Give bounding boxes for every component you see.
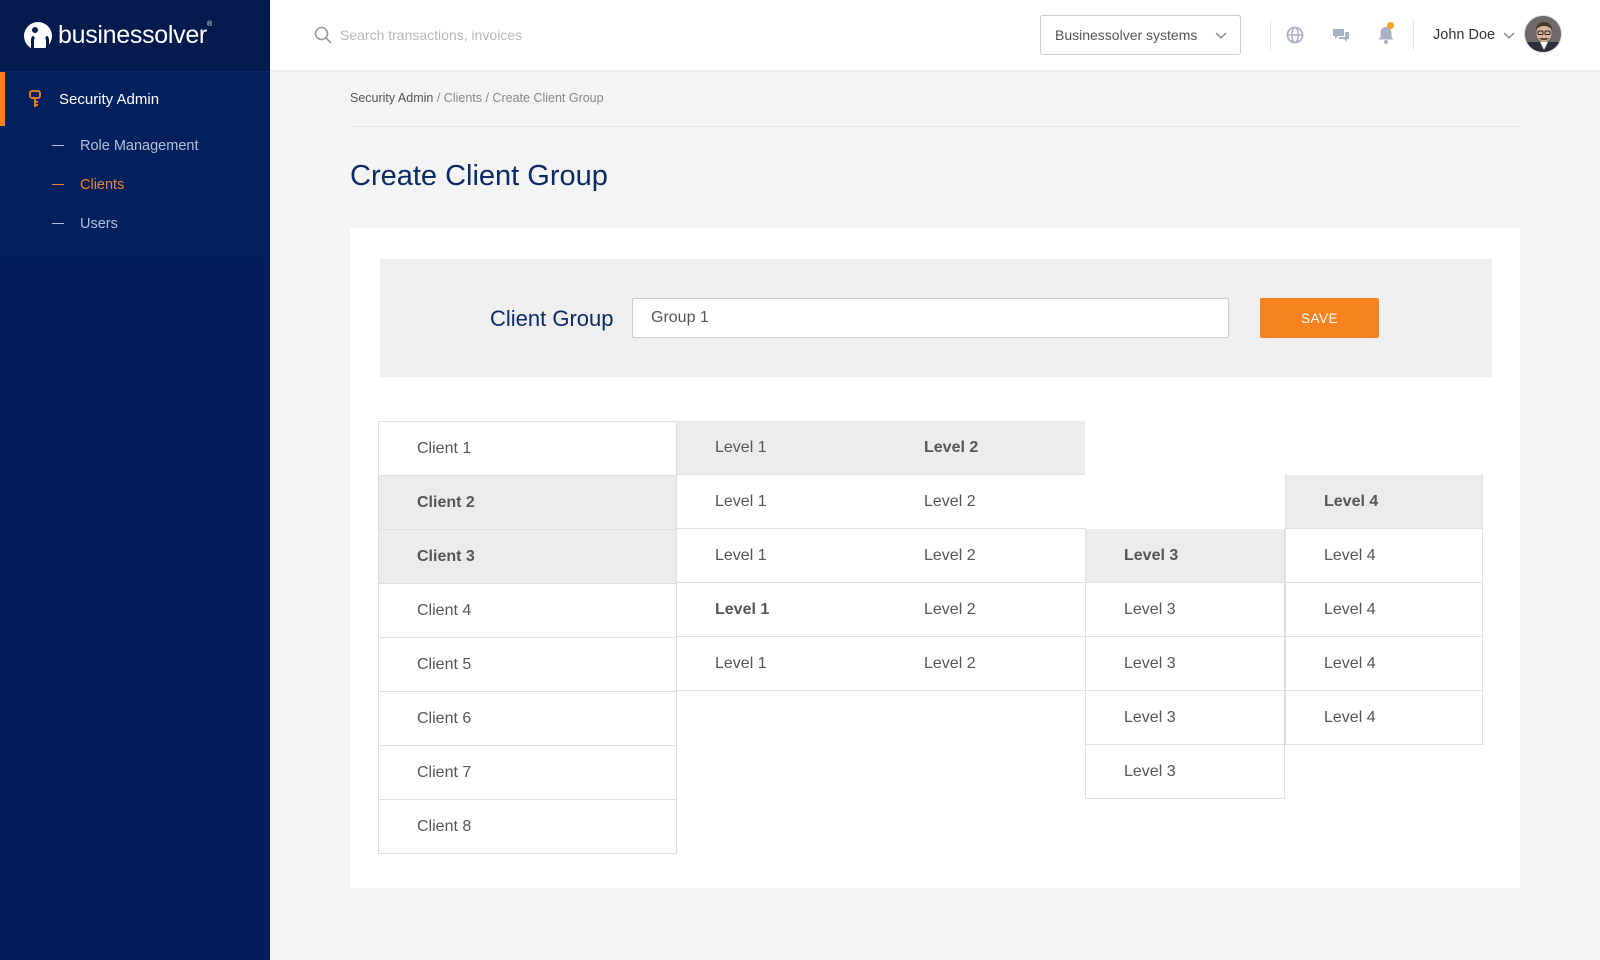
level4-item[interactable]: Level 4 xyxy=(1286,637,1482,691)
client-item[interactable]: Client 3 xyxy=(379,530,676,584)
level2-item[interactable]: Level 2 xyxy=(886,583,1085,637)
search-input[interactable] xyxy=(340,22,740,48)
sidebar-item-label: Clients xyxy=(80,176,125,193)
search-icon xyxy=(314,26,332,44)
client-item[interactable]: Client 5 xyxy=(379,638,676,692)
key-icon xyxy=(29,90,41,107)
level4-item[interactable]: Level 4 xyxy=(1286,529,1482,583)
client-item[interactable]: Client 1 xyxy=(379,422,676,476)
client-item[interactable]: Client 7 xyxy=(379,746,676,800)
client-group-panel: Client Group SAVE xyxy=(380,259,1492,377)
divider xyxy=(1413,20,1414,50)
sidebar: businessolver® Security Admin Role Manag… xyxy=(0,0,270,960)
chevron-down-icon[interactable] xyxy=(1502,28,1516,42)
level3-item[interactable]: Level 3 xyxy=(1086,745,1284,799)
notification-badge xyxy=(1387,22,1394,29)
logo[interactable]: businessolver® xyxy=(0,0,270,72)
level1-item[interactable]: Level 1 xyxy=(677,529,886,583)
level4-item[interactable]: Level 4 xyxy=(1286,583,1482,637)
level3-item[interactable]: Level 3 xyxy=(1086,529,1284,583)
user-name[interactable]: John Doe xyxy=(1433,27,1495,43)
sidebar-section-label: Security Admin xyxy=(59,90,160,108)
level2-item[interactable]: Level 2 xyxy=(886,421,1085,475)
sidebar-nav: Security Admin Role Management Clients U… xyxy=(0,72,270,260)
sidebar-item-label: Role Management xyxy=(80,137,199,154)
avatar-image xyxy=(1525,16,1561,52)
client-group-label: Client Group xyxy=(490,306,614,331)
system-select-value: Businessolver systems xyxy=(1055,27,1198,43)
divider xyxy=(350,126,1520,127)
dash-icon xyxy=(52,223,64,224)
level1-item[interactable]: Level 1 xyxy=(677,637,886,691)
level3-item[interactable]: Level 3 xyxy=(1086,637,1284,691)
divider xyxy=(1270,20,1271,50)
level2-item[interactable]: Level 2 xyxy=(886,475,1085,529)
logo-mark-icon xyxy=(24,21,52,51)
save-button[interactable]: SAVE xyxy=(1260,298,1379,338)
level4-item[interactable]: Level 4 xyxy=(1286,475,1482,529)
client-item[interactable]: Client 8 xyxy=(379,800,676,854)
breadcrumb-root[interactable]: Security Admin xyxy=(350,91,433,105)
chevron-down-icon xyxy=(1215,32,1227,39)
system-select[interactable]: Businessolver systems xyxy=(1040,15,1241,55)
breadcrumb: Security Admin / Clients / Create Client… xyxy=(350,91,604,105)
clients-list: Client 1 Client 2 Client 3 Client 4 Clie… xyxy=(378,421,677,854)
level1-item[interactable]: Level 1 xyxy=(677,421,886,475)
breadcrumb-rest: / Clients / Create Client Group xyxy=(433,91,604,105)
level2-item[interactable]: Level 2 xyxy=(886,529,1085,583)
level3-list: Level 3 Level 3 Level 3 Level 3 Level 3 xyxy=(1085,529,1285,799)
avatar[interactable] xyxy=(1524,15,1562,53)
client-item[interactable]: Client 2 xyxy=(379,476,676,530)
client-group-input[interactable] xyxy=(632,298,1229,338)
level4-list: Level 4 Level 4 Level 4 Level 4 Level 4 xyxy=(1285,475,1483,745)
page-title: Create Client Group xyxy=(350,160,608,192)
sidebar-item-users[interactable]: Users xyxy=(0,204,270,243)
client-item[interactable]: Client 4 xyxy=(379,584,676,638)
level3-item[interactable]: Level 3 xyxy=(1086,691,1284,745)
bell-icon[interactable] xyxy=(1376,25,1396,45)
sidebar-item-clients[interactable]: Clients xyxy=(0,165,270,204)
client-item[interactable]: Client 6 xyxy=(379,692,676,746)
sidebar-item-label: Users xyxy=(80,215,118,232)
level2-list: Level 2 Level 2 Level 2 Level 2 Level 2 xyxy=(886,421,1085,691)
chat-icon[interactable] xyxy=(1331,25,1351,45)
topbar: Businessolver systems John Doe xyxy=(270,0,1600,70)
level2-item[interactable]: Level 2 xyxy=(886,637,1085,691)
sidebar-item-role-management[interactable]: Role Management xyxy=(0,126,270,165)
level1-item[interactable]: Level 1 xyxy=(677,583,886,637)
level1-item[interactable]: Level 1 xyxy=(677,475,886,529)
globe-icon[interactable] xyxy=(1285,25,1305,45)
dash-icon xyxy=(52,145,64,146)
level3-item[interactable]: Level 3 xyxy=(1086,583,1284,637)
brand-mark: ® xyxy=(206,21,212,28)
level1-list: Level 1 Level 1 Level 1 Level 1 Level 1 xyxy=(677,421,887,691)
dash-icon xyxy=(52,184,64,185)
sidebar-item-security-admin[interactable]: Security Admin xyxy=(0,72,270,126)
brand-name: businessolver xyxy=(58,21,207,49)
level4-item[interactable]: Level 4 xyxy=(1286,691,1482,745)
